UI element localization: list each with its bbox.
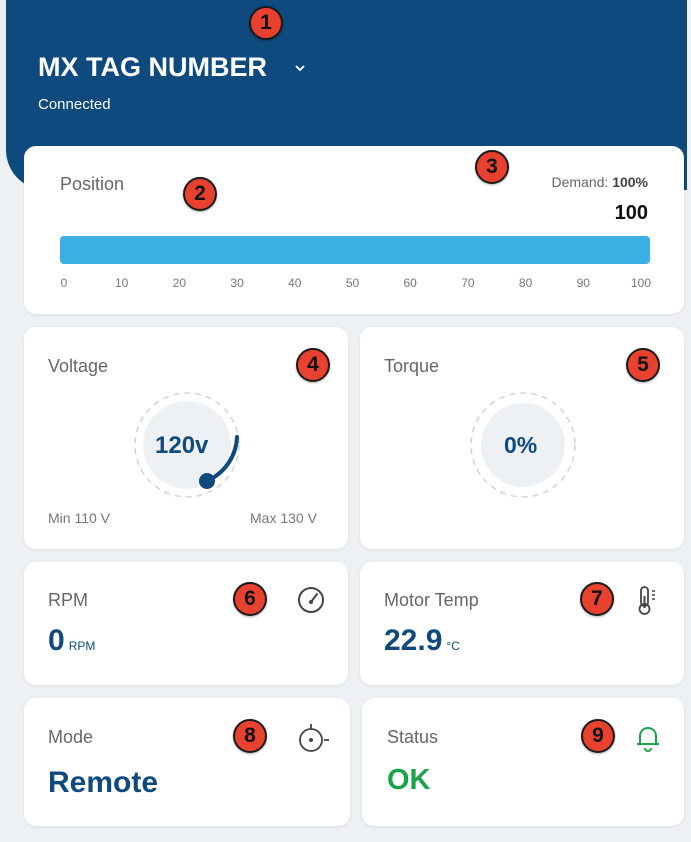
gauge-icon: [298, 587, 324, 613]
demand-label: Demand:: [551, 174, 609, 190]
position-value: 100: [614, 202, 648, 224]
annotation-badge: 2: [183, 177, 217, 211]
annotation-badge: 1: [249, 6, 283, 40]
scale-tick-label: 60: [403, 276, 417, 290]
scale-tick-label: 0: [60, 276, 68, 290]
scale-tick-label: 40: [288, 276, 302, 290]
voltage-min: Min 110 V: [48, 510, 110, 526]
annotation-badge: 4: [296, 348, 330, 382]
scale-tick-label: 90: [576, 276, 590, 290]
voltage-max: Max 130 V: [250, 510, 317, 526]
voltage-min-label: Min: [48, 510, 71, 526]
position-bar: [60, 236, 650, 264]
scale-tick-label: 80: [518, 276, 533, 290]
scale-tick-label: 20: [172, 276, 187, 290]
motor-temp-label: Motor Temp: [384, 590, 479, 610]
mode-card: [24, 698, 350, 826]
tag-selector[interactable]: MX TAG NUMBER: [38, 52, 307, 83]
knob-icon: [299, 724, 329, 752]
voltage-max-label: Max: [250, 510, 277, 526]
annotation-badge: 6: [233, 582, 267, 616]
mode-value: Remote: [48, 766, 159, 799]
rpm-value: 0: [48, 624, 65, 657]
tag-title: MX TAG NUMBER: [38, 52, 267, 82]
chevron-down-icon[interactable]: [293, 61, 307, 75]
mode-label: Mode: [48, 727, 94, 747]
connection-status: Connected: [38, 96, 111, 113]
voltage-label: Voltage: [48, 356, 109, 376]
rpm-readout: 0 RPM: [48, 624, 95, 658]
rpm-unit: RPM: [68, 639, 96, 653]
motor-temp-readout: 22.9 °C: [384, 624, 460, 658]
annotation-badge: 7: [580, 582, 614, 616]
voltage-min-value: 110 V: [74, 510, 110, 526]
rpm-label: RPM: [48, 590, 88, 610]
scale-tick-label: 10: [115, 276, 129, 290]
thermometer-icon: [638, 586, 655, 615]
bell-icon: [637, 727, 659, 752]
annotation-badge: 5: [626, 348, 660, 382]
motor-temp-unit: °C: [446, 639, 460, 653]
motor-temp-value: 22.9: [384, 624, 443, 657]
annotation-badge: 8: [233, 719, 267, 753]
voltage-value: 120v: [155, 432, 209, 459]
annotation-badge: 9: [581, 719, 615, 753]
scale-tick-label: 100: [630, 276, 652, 290]
annotation-badge: 3: [475, 150, 509, 184]
status-label: Status: [387, 727, 439, 747]
demand-value: 100%: [612, 174, 648, 190]
scale-tick-label: 30: [230, 276, 244, 290]
position-label: Position: [60, 174, 125, 194]
status-value: OK: [387, 764, 431, 796]
voltage-max-value: 130 V: [280, 510, 317, 526]
scale-tick-label: 50: [345, 276, 360, 290]
scale-tick-label: 70: [461, 276, 475, 290]
torque-value: 0%: [504, 432, 538, 458]
status-card: [362, 698, 684, 826]
torque-label: Torque: [384, 356, 440, 376]
demand-readout: Demand: 100%: [551, 174, 648, 190]
